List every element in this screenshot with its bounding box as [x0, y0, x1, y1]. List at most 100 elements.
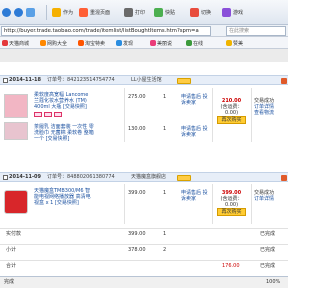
- fav-item-6-label: 在线: [193, 40, 204, 47]
- address-row: http://buyer.trade.taobao.com/trade/item…: [0, 25, 288, 37]
- summary-row: 实付款 399.00 1 已完成: [0, 228, 288, 240]
- zoom-level[interactable]: 100%: [266, 277, 280, 288]
- toolbar-button-3-label: 打印: [135, 10, 146, 16]
- divider: [251, 184, 252, 224]
- order-detail-link[interactable]: 订单详情: [254, 196, 288, 202]
- back-button[interactable]: [2, 6, 11, 19]
- page-icon: [79, 8, 88, 17]
- order-number: 订单号：848802061380774: [47, 174, 115, 180]
- toolbar-button-6-label: 游戏: [233, 10, 244, 16]
- toolbar-button-3[interactable]: 打印: [124, 6, 145, 19]
- fav-item-2[interactable]: 网购大全: [40, 39, 67, 47]
- fav-item-3[interactable]: 淘宝特卖: [78, 39, 105, 47]
- refresh-button[interactable]: [26, 6, 35, 19]
- toolbar-button-6[interactable]: 游戏: [222, 6, 243, 19]
- product-image[interactable]: [4, 190, 28, 214]
- toolbar-button-5-label: 切换: [201, 10, 212, 16]
- summary-label: 小计: [6, 247, 17, 253]
- summary-value: 399.00: [128, 231, 146, 237]
- summary-row: 小计 378.00 2 已完成: [0, 244, 288, 256]
- toolbar-button-2-label: 重混页面: [90, 10, 111, 16]
- back-arrow-icon: [2, 8, 11, 17]
- order-number: 订单号：842123514754774: [47, 77, 115, 83]
- fav-item-1[interactable]: 天猫商城: [2, 39, 29, 47]
- contact-seller-icon[interactable]: [177, 175, 191, 181]
- order-total: 399.00 (含运费：0.00) 再次购买: [214, 190, 249, 216]
- order-items: 柔软度高宽幅 Lancome 兰蔻化妆水营养水 (TM) 400ml 大瓶 [交…: [0, 88, 288, 142]
- star-icon: [52, 8, 61, 17]
- fav-item-4[interactable]: 发现: [116, 39, 133, 47]
- summary-status: 已完成: [260, 263, 276, 269]
- game-icon: [222, 8, 231, 17]
- divider: [251, 88, 252, 142]
- online-icon: [186, 40, 192, 46]
- unit-price: 275.00: [128, 94, 146, 100]
- page-gap: [0, 49, 288, 62]
- unit-price: 130.00: [128, 126, 146, 132]
- favorites-bar: 天猫商城 网购大全 淘宝特卖 发现 美丽说 在线 赞美: [0, 37, 288, 49]
- toolbar-button-4[interactable]: 快贴: [154, 6, 175, 19]
- switch-icon: [190, 8, 199, 17]
- summary-row: 合计 176.00 已完成: [0, 260, 288, 272]
- contact-seller-icon[interactable]: [177, 78, 191, 84]
- product-title-link[interactable]: 茶履乳 洁面套装 一次性 零 洗脸巾 无菌棉 柔软卷 整箱 一个 [交易快照]: [34, 124, 94, 142]
- toolbar-button-1[interactable]: 作为: [52, 6, 73, 19]
- summary-qty: 1: [163, 231, 167, 237]
- after-sale-link[interactable]: 申请售后 投诉卖家: [181, 190, 211, 202]
- beauty-icon: [150, 40, 156, 46]
- product-title-link[interactable]: 天猫魔盒TMB300/M6 智能电视网络播放器 高清电视盒 x 1 [交易快照]: [34, 188, 94, 206]
- divider: [212, 88, 213, 142]
- service-tags: [34, 112, 62, 117]
- address-bar[interactable]: http://buyer.trade.taobao.com/trade/item…: [1, 26, 211, 36]
- shipping-note: (含运费：0.00): [220, 196, 243, 208]
- buy-again-button[interactable]: 再次购买: [217, 208, 246, 216]
- tmall-icon: [2, 40, 8, 46]
- taobao-icon: [78, 40, 84, 46]
- after-sale-link[interactable]: 申请售后 投诉卖家: [181, 126, 211, 138]
- fav-item-2-label: 网购大全: [47, 40, 68, 47]
- fav-item-3-label: 淘宝特卖: [85, 40, 106, 47]
- delete-icon[interactable]: [281, 175, 287, 181]
- print-icon: [124, 8, 133, 17]
- search-input[interactable]: 在此搜索: [226, 26, 286, 36]
- quantity: 1: [163, 190, 167, 196]
- fav-item-5-label: 美丽说: [157, 40, 173, 47]
- logistics-link[interactable]: 查看物流: [254, 110, 288, 116]
- order-total: 210.00 (含运费：0.00) 再次购买: [214, 98, 249, 124]
- after-sale-link[interactable]: 申请售后 投诉卖家: [181, 94, 211, 106]
- tag-badge: [54, 112, 62, 117]
- order-checkbox[interactable]: [3, 78, 8, 83]
- summary-label: 合计: [6, 263, 17, 269]
- buy-again-button[interactable]: 再次购买: [217, 116, 246, 124]
- status-bar: 完成 100%: [0, 276, 288, 288]
- tag-badge: [34, 112, 42, 117]
- unit-price: 399.00: [128, 190, 146, 196]
- summary-value: 378.00: [128, 247, 146, 253]
- toolbar-button-5[interactable]: 切换: [190, 6, 211, 19]
- quantity: 1: [163, 94, 167, 100]
- toolbar-button-4-label: 快贴: [165, 10, 176, 16]
- order-header: 2014-11-18 订单号：842123514754774 LL小屋生活馆: [0, 75, 288, 85]
- divider: [212, 184, 213, 224]
- shipping-note: (含运费：0.00): [220, 104, 243, 116]
- toolbar-button-2[interactable]: 重混页面: [79, 6, 110, 19]
- divider: [124, 88, 125, 142]
- fav-item-4-label: 发现: [123, 40, 134, 47]
- fav-item-5[interactable]: 美丽说: [150, 39, 172, 47]
- order-items: 天猫魔盒TMB300/M6 智能电视网络播放器 高清电视盒 x 1 [交易快照]…: [0, 184, 288, 224]
- browser-toolbar: 作为 重混页面 打印 快贴 切换 游戏: [0, 0, 288, 25]
- forward-button[interactable]: [14, 6, 23, 19]
- fav-item-6[interactable]: 在线: [186, 39, 203, 47]
- fav-item-7[interactable]: 赞美: [226, 39, 243, 47]
- order-date: 2014-11-09: [9, 174, 41, 180]
- product-title-link[interactable]: 柔软度高宽幅 Lancome 兰蔻化妆水营养水 (TM) 400ml 大瓶 [交…: [34, 92, 94, 110]
- summary-status: 已完成: [260, 231, 276, 237]
- shop-link[interactable]: LL小屋生活馆: [131, 77, 162, 84]
- order-checkbox[interactable]: [3, 175, 8, 180]
- product-image[interactable]: [4, 122, 28, 140]
- status-text: 完成: [4, 279, 15, 285]
- product-image[interactable]: [4, 94, 28, 118]
- delete-icon[interactable]: [281, 78, 287, 84]
- order-header: 2014-11-09 订单号：848802061380774 天猫魔盒旗舰店: [0, 172, 288, 182]
- shop-link[interactable]: 天猫魔盒旗舰店: [131, 174, 166, 181]
